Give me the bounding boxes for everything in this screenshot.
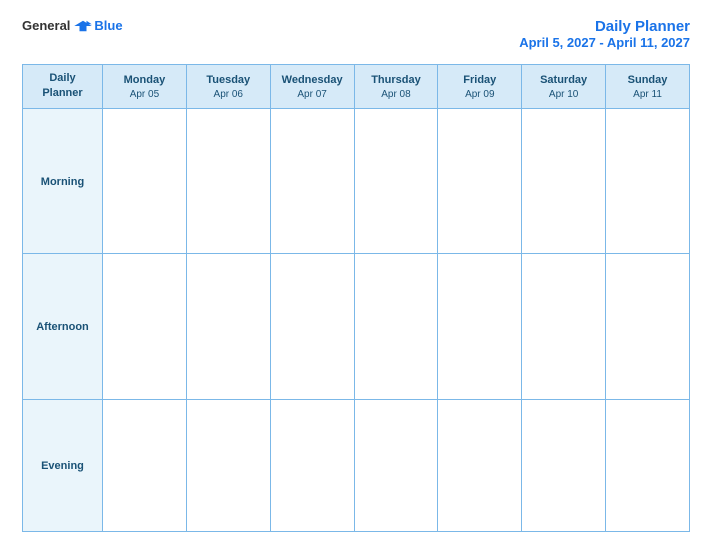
col-header-wednesday: Wednesday Apr 07 (270, 65, 354, 109)
evening-label: Evening (41, 460, 84, 472)
afternoon-label-cell: Afternoon (23, 254, 103, 399)
col0-line1: Daily (27, 71, 98, 86)
sunday-date: Apr 11 (610, 89, 685, 100)
logo-bird-icon (74, 19, 92, 33)
wednesday-date: Apr 07 (275, 89, 350, 100)
friday-date: Apr 09 (442, 89, 517, 100)
saturday-date: Apr 10 (526, 89, 601, 100)
evening-label-cell: Evening (23, 399, 103, 531)
morning-label: Morning (41, 176, 84, 188)
col-header-sunday: Sunday Apr 11 (606, 65, 690, 109)
tuesday-date: Apr 06 (191, 89, 266, 100)
evening-sunday-cell[interactable] (606, 399, 690, 531)
evening-monday-cell[interactable] (103, 399, 187, 531)
afternoon-label: Afternoon (36, 321, 89, 333)
thursday-date: Apr 08 (359, 89, 434, 100)
evening-tuesday-cell[interactable] (186, 399, 270, 531)
friday-label: Friday (442, 73, 517, 88)
col-header-thursday: Thursday Apr 08 (354, 65, 438, 109)
col-header-tuesday: Tuesday Apr 06 (186, 65, 270, 109)
header: General Blue Daily Planner April 5, 2027… (22, 18, 690, 50)
morning-row: Morning (23, 108, 690, 253)
page-title: Daily Planner (519, 18, 690, 35)
afternoon-row: Afternoon (23, 254, 690, 399)
logo-general: General (22, 18, 70, 33)
tuesday-label: Tuesday (191, 73, 266, 88)
monday-date: Apr 05 (107, 89, 182, 100)
evening-friday-cell[interactable] (438, 399, 522, 531)
afternoon-thursday-cell[interactable] (354, 254, 438, 399)
morning-thursday-cell[interactable] (354, 108, 438, 253)
date-range: April 5, 2027 - April 11, 2027 (519, 35, 690, 50)
page: General Blue Daily Planner April 5, 2027… (0, 0, 712, 550)
evening-wednesday-cell[interactable] (270, 399, 354, 531)
afternoon-tuesday-cell[interactable] (186, 254, 270, 399)
morning-tuesday-cell[interactable] (186, 108, 270, 253)
col-header-daily-planner: Daily Planner (23, 65, 103, 109)
evening-saturday-cell[interactable] (522, 399, 606, 531)
morning-label-cell: Morning (23, 108, 103, 253)
saturday-label: Saturday (526, 73, 601, 88)
morning-wednesday-cell[interactable] (270, 108, 354, 253)
sunday-label: Sunday (610, 73, 685, 88)
col-header-saturday: Saturday Apr 10 (522, 65, 606, 109)
morning-sunday-cell[interactable] (606, 108, 690, 253)
monday-label: Monday (107, 73, 182, 88)
afternoon-friday-cell[interactable] (438, 254, 522, 399)
thursday-label: Thursday (359, 73, 434, 88)
col0-line2: Planner (27, 86, 98, 101)
logo-area: General Blue (22, 18, 123, 33)
col-header-monday: Monday Apr 05 (103, 65, 187, 109)
wednesday-label: Wednesday (275, 73, 350, 88)
calendar-table: Daily Planner Monday Apr 05 Tuesday Apr … (22, 64, 690, 532)
col-header-friday: Friday Apr 09 (438, 65, 522, 109)
afternoon-sunday-cell[interactable] (606, 254, 690, 399)
evening-row: Evening (23, 399, 690, 531)
logo-blue: Blue (94, 18, 122, 33)
morning-monday-cell[interactable] (103, 108, 187, 253)
afternoon-wednesday-cell[interactable] (270, 254, 354, 399)
evening-thursday-cell[interactable] (354, 399, 438, 531)
morning-friday-cell[interactable] (438, 108, 522, 253)
logo-text: General Blue (22, 18, 123, 33)
morning-saturday-cell[interactable] (522, 108, 606, 253)
afternoon-monday-cell[interactable] (103, 254, 187, 399)
title-area: Daily Planner April 5, 2027 - April 11, … (519, 18, 690, 50)
afternoon-saturday-cell[interactable] (522, 254, 606, 399)
calendar-header-row: Daily Planner Monday Apr 05 Tuesday Apr … (23, 65, 690, 109)
